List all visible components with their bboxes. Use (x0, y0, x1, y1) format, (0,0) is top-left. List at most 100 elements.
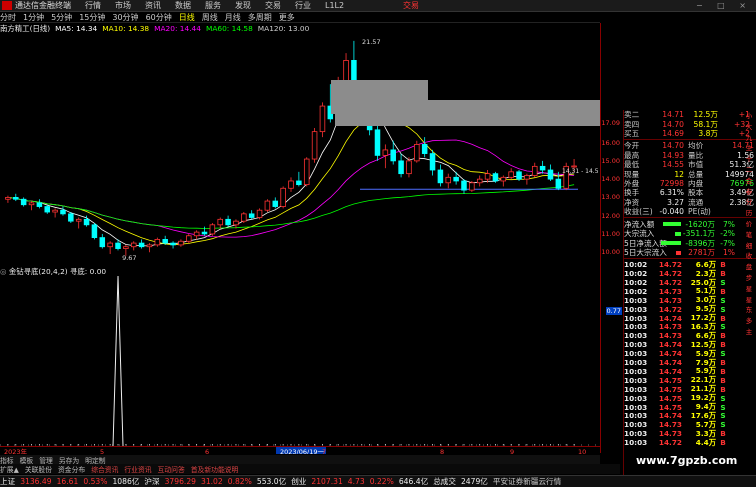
status-item: 553.0亿 (256, 477, 287, 486)
side-tab[interactable]: 笔 (742, 229, 756, 240)
tick-direction: B (720, 429, 726, 439)
trade-button[interactable]: 交易 (403, 0, 419, 11)
candle (36, 199, 43, 209)
bottom-tab[interactable]: 行业资讯 (124, 464, 151, 474)
candle (52, 208, 58, 218)
side-tab[interactable]: 细 (742, 240, 756, 251)
side-tab[interactable]: 盘 (742, 261, 756, 272)
tick-time: 10:03 (624, 366, 648, 376)
side-tab[interactable]: 二 (742, 164, 756, 175)
indicator-tick: 0.77 (605, 307, 622, 315)
bottom-tab[interactable]: 资金分布 (58, 464, 85, 474)
bottom-tab[interactable]: 关联股份 (25, 464, 52, 474)
candle (201, 226, 208, 236)
flow-value: 2781万 (688, 248, 715, 258)
side-tab-strip[interactable]: 小大九主十二会参分历价笔细收盘步星星东多主 (742, 110, 756, 455)
toolbar-button[interactable]: 模板 (20, 455, 34, 465)
candle (414, 140, 420, 163)
period-tab[interactable]: 月线 (225, 12, 241, 23)
candle (469, 180, 475, 192)
price-tick: 16.00 (601, 138, 620, 147)
period-tab[interactable]: 周线 (202, 12, 218, 23)
period-tab[interactable]: 60分钟 (146, 12, 172, 23)
bottom-tab[interactable]: 首及新功能说明 (191, 464, 239, 474)
bottom-tab[interactable]: 综合资讯 (91, 464, 118, 474)
side-tab[interactable]: 会 (742, 175, 756, 186)
fund-flow-row: 5日大宗流入 2781万 1% (624, 248, 756, 258)
gray-overlay-box (335, 100, 600, 126)
menu-bar: 通达信金融终端 行情 市场 资讯 数据 服务 发现 交易 行业 L1L2 交易 … (0, 0, 756, 12)
menu-item[interactable]: L1L2 (325, 1, 344, 10)
indicator-name[interactable]: 金钻寻底(20,4,2) (9, 267, 68, 276)
bottom-tab[interactable]: 互动问答 (158, 464, 185, 474)
side-tab[interactable]: 小 (742, 110, 756, 121)
side-tab[interactable]: 主 (742, 142, 756, 153)
toolbar-button[interactable]: 明定制 (85, 455, 105, 465)
candle (382, 144, 389, 169)
order-book-row: 买五 14.69 3.8万 +2 (624, 129, 756, 138)
side-tab[interactable]: 多 (742, 315, 756, 326)
tick-time: 10:03 (624, 313, 648, 323)
menu-item[interactable]: 发现 (235, 0, 251, 11)
side-tab[interactable]: 十 (742, 153, 756, 164)
menu-item[interactable]: 服务 (205, 0, 221, 11)
tick-direction: B (720, 340, 726, 350)
menu-item[interactable]: 交易 (265, 0, 281, 11)
tick-time: 10:03 (624, 393, 648, 403)
time-tick: 5 (100, 448, 104, 454)
side-tab[interactable]: 步 (742, 272, 756, 283)
toolbar-button[interactable]: 另存为 (59, 455, 79, 465)
side-tab[interactable]: 历 (742, 207, 756, 218)
order-label: 买五 (624, 128, 640, 138)
status-item: 沪深 (144, 477, 160, 486)
tick-time: 10:02 (624, 286, 648, 296)
indicator-chart[interactable] (0, 276, 600, 446)
side-tab[interactable]: 星 (742, 294, 756, 305)
kline-chart[interactable]: 21.5719.19 - 17.9817.80 - 16.669.6714.31… (0, 33, 600, 265)
menu-item[interactable]: 数据 (175, 0, 191, 11)
bottom-tab[interactable]: 扩展▲ (0, 464, 19, 474)
menu-item[interactable]: 行业 (295, 0, 311, 11)
side-tab[interactable]: 主 (742, 326, 756, 337)
price-tick: 17.09 (601, 118, 620, 127)
side-tab[interactable]: 东 (742, 304, 756, 315)
status-item: 3136.49 (20, 477, 52, 486)
flow-label: 5日大宗流入 (624, 248, 667, 258)
side-tab[interactable]: 九 (742, 132, 756, 143)
tick-time: 10:03 (624, 331, 648, 341)
tick-time: 10:03 (624, 340, 648, 350)
menu-item[interactable]: 资讯 (145, 0, 161, 11)
period-tab[interactable]: 5分钟 (51, 12, 72, 23)
side-tab[interactable]: 参 (742, 186, 756, 197)
tick-direction: S (720, 304, 726, 314)
ma-label: MA60: 14.58 (205, 23, 253, 33)
price-tick: 14.00 (601, 175, 620, 184)
side-tab[interactable]: 星 (742, 283, 756, 294)
tick-price: 14.73 (658, 429, 682, 439)
period-tab[interactable]: 30分钟 (112, 12, 138, 23)
indicator-legend: ◎ 金钻寻底(20,4,2) 寻底: 0.00 (0, 266, 600, 276)
candle (107, 241, 113, 255)
period-tab[interactable]: 多周期 (248, 12, 272, 23)
flow-bar (663, 222, 681, 227)
period-tab[interactable]: 分时 (0, 12, 16, 23)
period-tab[interactable]: 更多 (279, 12, 295, 23)
status-item: 0.53% (83, 477, 108, 486)
tick-price: 14.75 (658, 393, 682, 403)
menu-item[interactable]: 市场 (115, 0, 131, 11)
side-tab[interactable]: 大 (742, 121, 756, 132)
candle (406, 157, 412, 178)
toolbar-button[interactable]: 管理 (39, 455, 53, 465)
period-tab[interactable]: 日线 (179, 12, 195, 23)
tick-price: 14.74 (658, 358, 682, 368)
window-controls[interactable]: − □ × (696, 1, 752, 10)
period-tab[interactable]: 1分钟 (23, 12, 44, 23)
menu-item[interactable]: 行情 (85, 0, 101, 11)
tick-time: 10:03 (624, 384, 648, 394)
period-tab[interactable]: 15分钟 (79, 12, 105, 23)
period-bar: 分时 1分钟 5分钟 15分钟 30分钟 60分钟 日线 周线 月线 多周期 更多 (0, 12, 600, 23)
side-tab[interactable]: 分 (742, 196, 756, 207)
side-tab[interactable]: 收 (742, 250, 756, 261)
side-tab[interactable]: 价 (742, 218, 756, 229)
toolbar-button[interactable]: 指标 (0, 455, 14, 465)
